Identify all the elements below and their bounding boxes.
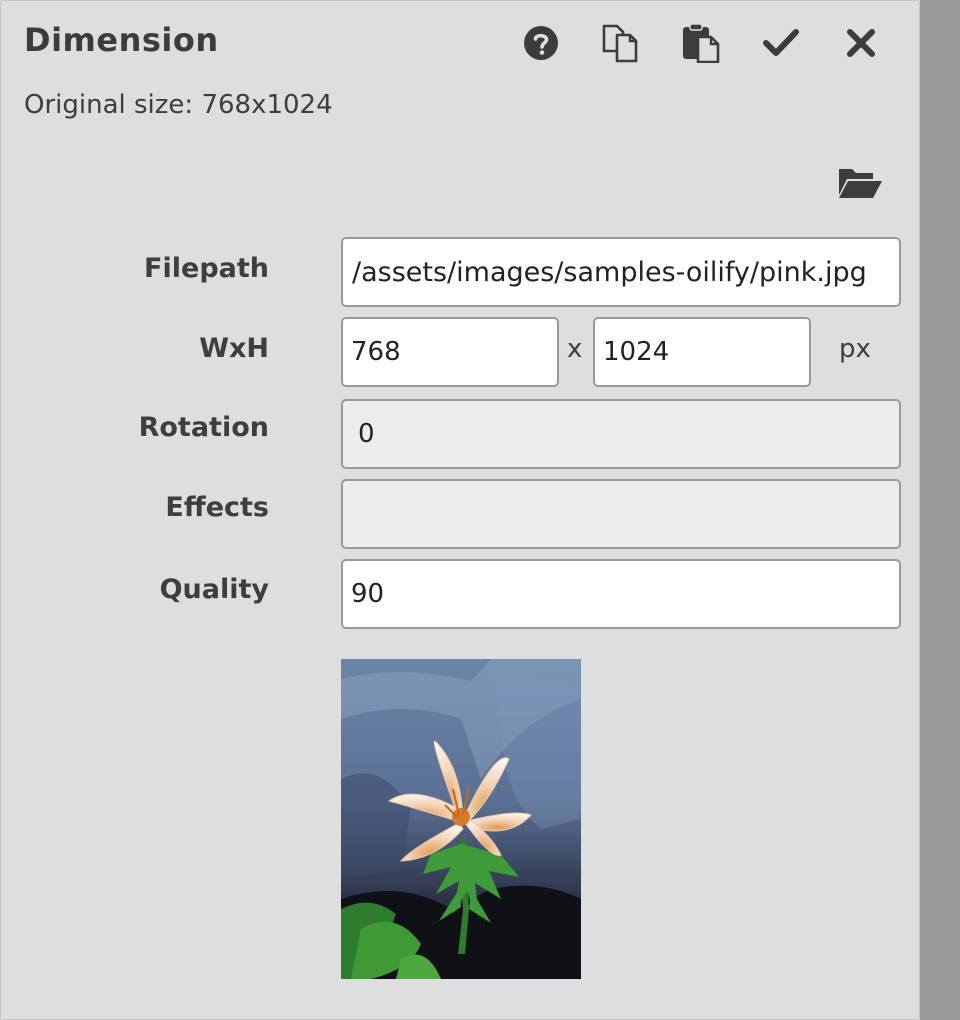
filepath-input[interactable] (341, 237, 901, 307)
height-input[interactable] (593, 317, 811, 387)
copy-icon[interactable] (601, 23, 641, 63)
image-preview (341, 659, 581, 979)
filepath-label: Filepath (144, 253, 269, 284)
width-input[interactable] (341, 317, 559, 387)
quality-label: Quality (159, 574, 269, 605)
quality-input[interactable] (341, 559, 901, 629)
rotation-input[interactable] (341, 399, 901, 469)
original-size-text: Original size: 768x1024 (24, 90, 333, 120)
paste-icon[interactable] (681, 23, 721, 63)
close-icon[interactable] (841, 23, 881, 63)
rotation-label: Rotation (138, 412, 269, 443)
dimension-dialog: Dimension Original size: 768x1024 Filepa… (0, 0, 920, 1020)
unit-label: px (839, 334, 871, 364)
help-icon[interactable] (521, 23, 561, 63)
dimension-separator: x (567, 334, 583, 364)
check-icon[interactable] (761, 23, 801, 63)
folder-open-icon[interactable] (837, 163, 883, 203)
wxh-label: WxH (199, 333, 269, 364)
vertical-scrollbar[interactable] (920, 0, 960, 1020)
effects-input[interactable] (341, 479, 901, 549)
dialog-title: Dimension (24, 21, 219, 59)
effects-label: Effects (165, 492, 269, 523)
